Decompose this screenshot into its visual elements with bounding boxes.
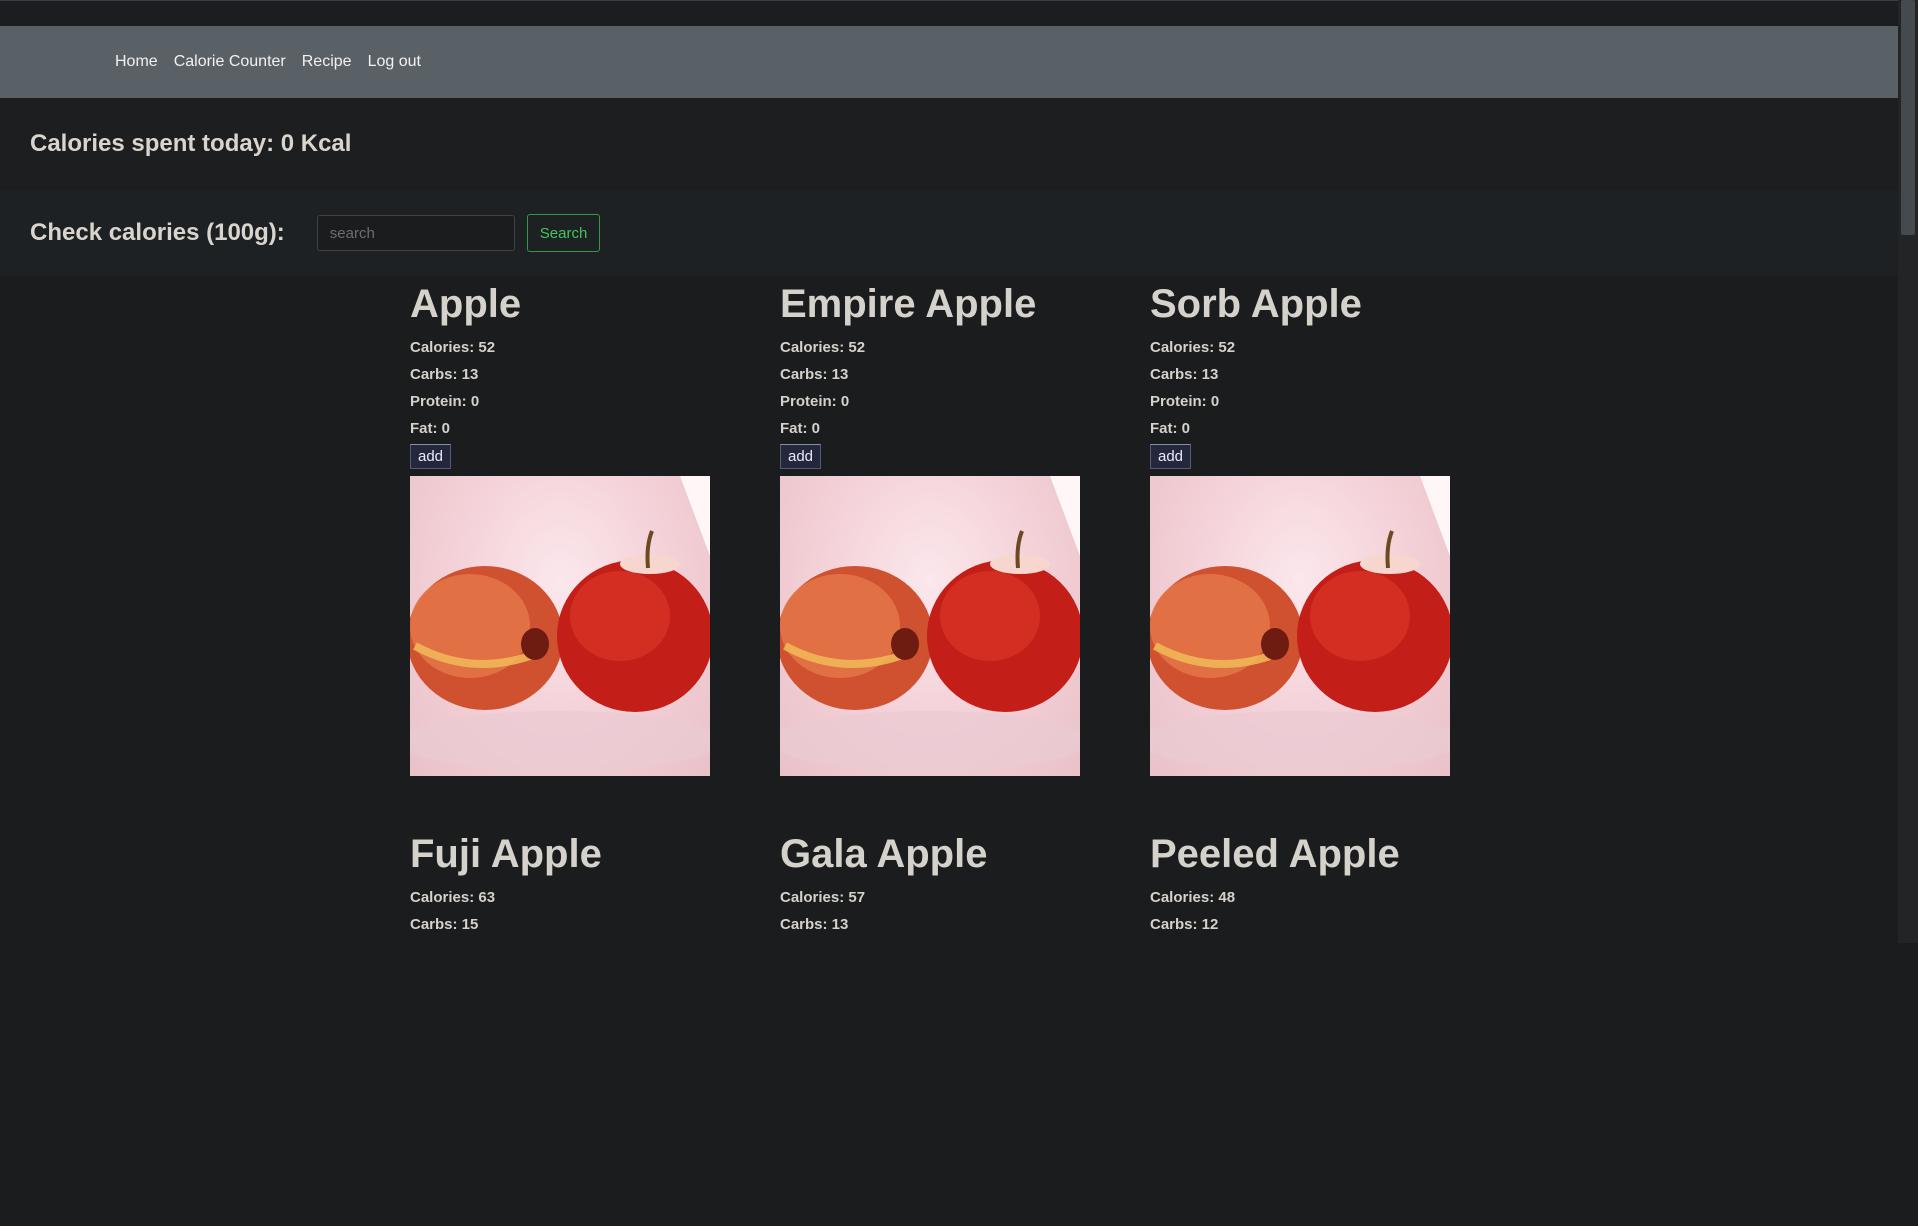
apples-photo [1150,476,1450,776]
food-carbs: Carbs: 15 [410,916,479,933]
add-button[interactable]: add [410,444,452,469]
add-button[interactable]: add [1150,444,1192,469]
food-protein: Protein: 0 [410,393,480,410]
search-button[interactable]: Search [526,214,601,252]
food-calories: Calories: 52 [410,339,496,356]
calories-spent-text: Calories spent today: 0 Kcal [30,130,352,157]
food-name: Apple [410,282,522,326]
food-name: Fuji Apple [410,832,602,876]
apples-photo [410,476,710,776]
food-fat: Fat: 0 [780,420,821,437]
food-card-apple: Apple Calories: 52 Carbs: 13 Protein: 0 … [410,276,780,786]
food-carbs: Carbs: 13 [410,366,479,383]
food-name: Empire Apple [780,282,1037,326]
food-carbs: Carbs: 13 [780,366,849,383]
food-carbs: Carbs: 13 [780,916,849,933]
food-grid: Apple Calories: 52 Carbs: 13 Protein: 0 … [410,276,1510,1226]
calories-summary: Calories spent today: 0 Kcal [0,98,1898,190]
nav-links: Home Calorie Counter Recipe Log out [115,53,421,71]
food-fat: Fat: 0 [1150,420,1191,437]
food-carbs: Carbs: 12 [1150,916,1219,933]
search-section: Check calories (100g): Search [0,190,1898,276]
navbar: Home Calorie Counter Recipe Log out [0,26,1898,98]
food-calories: Calories: 57 [780,889,866,906]
nav-link-log-out[interactable]: Log out [368,53,421,71]
nav-link-calorie-counter[interactable]: Calorie Counter [174,53,286,71]
search-input[interactable] [316,215,515,251]
food-card-peeled-apple: Peeled Apple Calories: 48 Carbs: 12 [1150,826,1520,1226]
food-card-fuji-apple: Fuji Apple Calories: 63 Carbs: 15 [410,826,780,1226]
food-fat: Fat: 0 [410,420,451,437]
search-label: Check calories (100g): [30,219,285,246]
food-protein: Protein: 0 [1150,393,1220,410]
food-calories: Calories: 48 [1150,889,1236,906]
nav-link-home[interactable]: Home [115,53,158,71]
food-name: Peeled Apple [1150,832,1400,876]
food-calories: Calories: 63 [410,889,496,906]
food-carbs: Carbs: 13 [1150,366,1219,383]
food-calories: Calories: 52 [780,339,866,356]
food-name: Gala Apple [780,832,988,876]
apples-photo [780,476,1080,776]
food-name: Sorb Apple [1150,282,1362,326]
page-scrollbar[interactable] [1898,0,1918,943]
food-card-gala-apple: Gala Apple Calories: 57 Carbs: 13 [780,826,1150,1226]
food-protein: Protein: 0 [780,393,850,410]
food-card-empire-apple: Empire Apple Calories: 52 Carbs: 13 Prot… [780,276,1150,786]
scrollbar-thumb[interactable] [1901,0,1915,235]
food-calories: Calories: 52 [1150,339,1236,356]
window-top-strip [0,0,1898,27]
food-card-sorb-apple: Sorb Apple Calories: 52 Carbs: 13 Protei… [1150,276,1520,786]
nav-link-recipe[interactable]: Recipe [302,53,352,71]
add-button[interactable]: add [780,444,822,469]
